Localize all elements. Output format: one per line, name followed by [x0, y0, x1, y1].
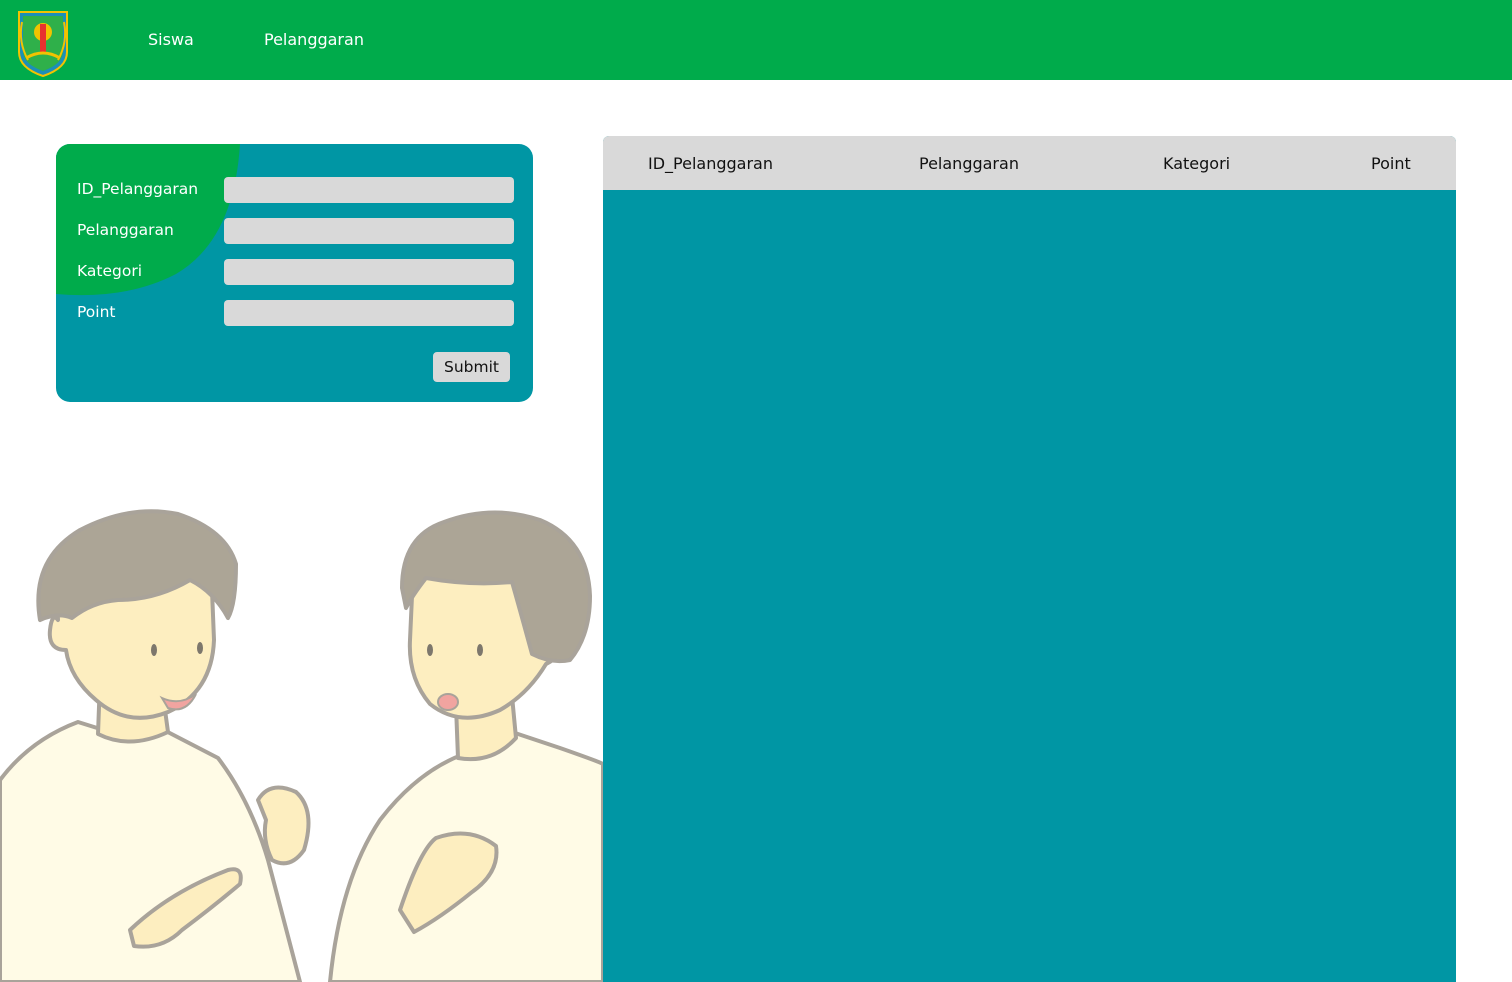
form-row-pelanggaran: Pelanggaran: [77, 218, 514, 244]
point-input[interactable]: [224, 300, 514, 326]
form-row-id-pelanggaran: ID_Pelanggaran: [77, 177, 514, 203]
id-pelanggaran-input[interactable]: [224, 177, 514, 203]
column-header-point[interactable]: Point: [1371, 154, 1411, 173]
table-header-row: ID_Pelanggaran Pelanggaran Kategori Poin…: [603, 136, 1456, 190]
top-navbar: Siswa Pelanggaran: [0, 0, 1512, 80]
kategori-label: Kategori: [77, 262, 143, 280]
pelanggaran-input[interactable]: [224, 218, 514, 244]
pelanggaran-label: Pelanggaran: [77, 221, 174, 239]
point-label: Point: [77, 303, 116, 321]
column-header-kategori[interactable]: Kategori: [1163, 154, 1230, 173]
students-talking-illustration: [0, 509, 603, 982]
nav-link-pelanggaran[interactable]: Pelanggaran: [264, 30, 364, 49]
kategori-input[interactable]: [224, 259, 514, 285]
pelanggaran-form-card: ID_Pelanggaran Pelanggaran Kategori Poin…: [56, 144, 533, 402]
column-header-id-pelanggaran[interactable]: ID_Pelanggaran: [648, 154, 773, 173]
column-header-pelanggaran[interactable]: Pelanggaran: [919, 154, 1019, 173]
submit-button[interactable]: Submit: [433, 352, 510, 382]
form-row-kategori: Kategori: [77, 259, 514, 285]
form-row-point: Point: [77, 300, 514, 326]
crest-logo-icon[interactable]: [14, 8, 72, 78]
pelanggaran-table: ID_Pelanggaran Pelanggaran Kategori Poin…: [603, 136, 1456, 982]
id-pelanggaran-label: ID_Pelanggaran: [77, 180, 199, 198]
nav-link-siswa[interactable]: Siswa: [148, 30, 194, 49]
